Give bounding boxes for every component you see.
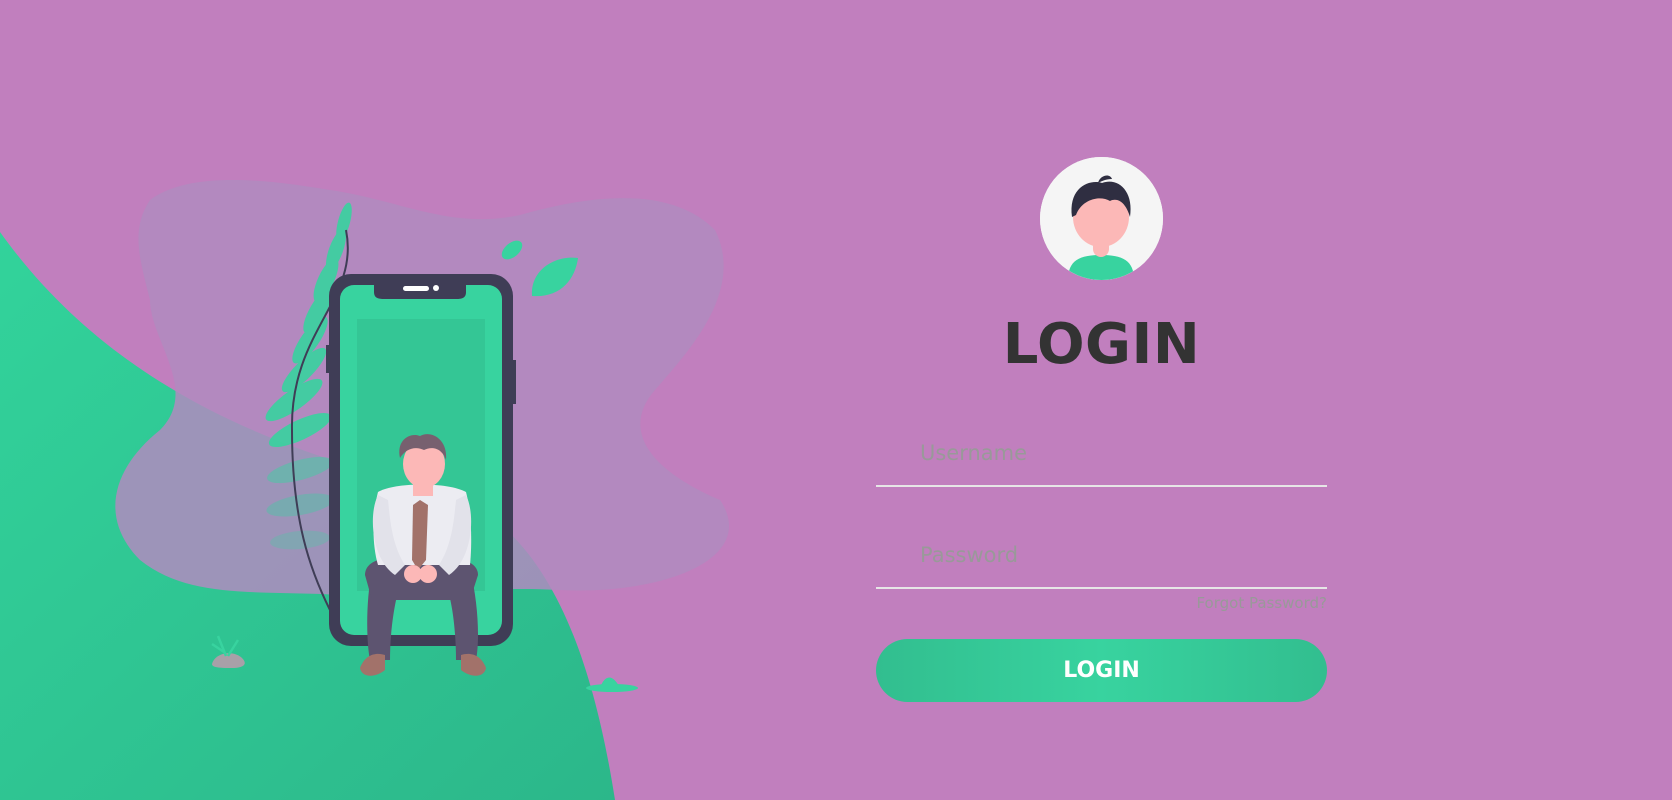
page-title: LOGIN (1002, 312, 1201, 377)
forgot-password-link[interactable]: Forgot Password? (1196, 594, 1327, 612)
small-plant (211, 635, 245, 668)
login-page: LOGIN Forgot Password? LOGIN (0, 0, 1672, 800)
user-avatar-icon (1040, 157, 1163, 280)
password-field (876, 525, 1327, 589)
phone-person-illustration (115, 180, 730, 692)
login-button[interactable]: LOGIN (876, 639, 1327, 702)
username-field (876, 423, 1327, 487)
login-form: LOGIN Forgot Password? LOGIN (876, 157, 1327, 717)
ground-flower (586, 677, 638, 692)
password-input[interactable] (920, 535, 1315, 575)
username-input[interactable] (920, 433, 1315, 473)
